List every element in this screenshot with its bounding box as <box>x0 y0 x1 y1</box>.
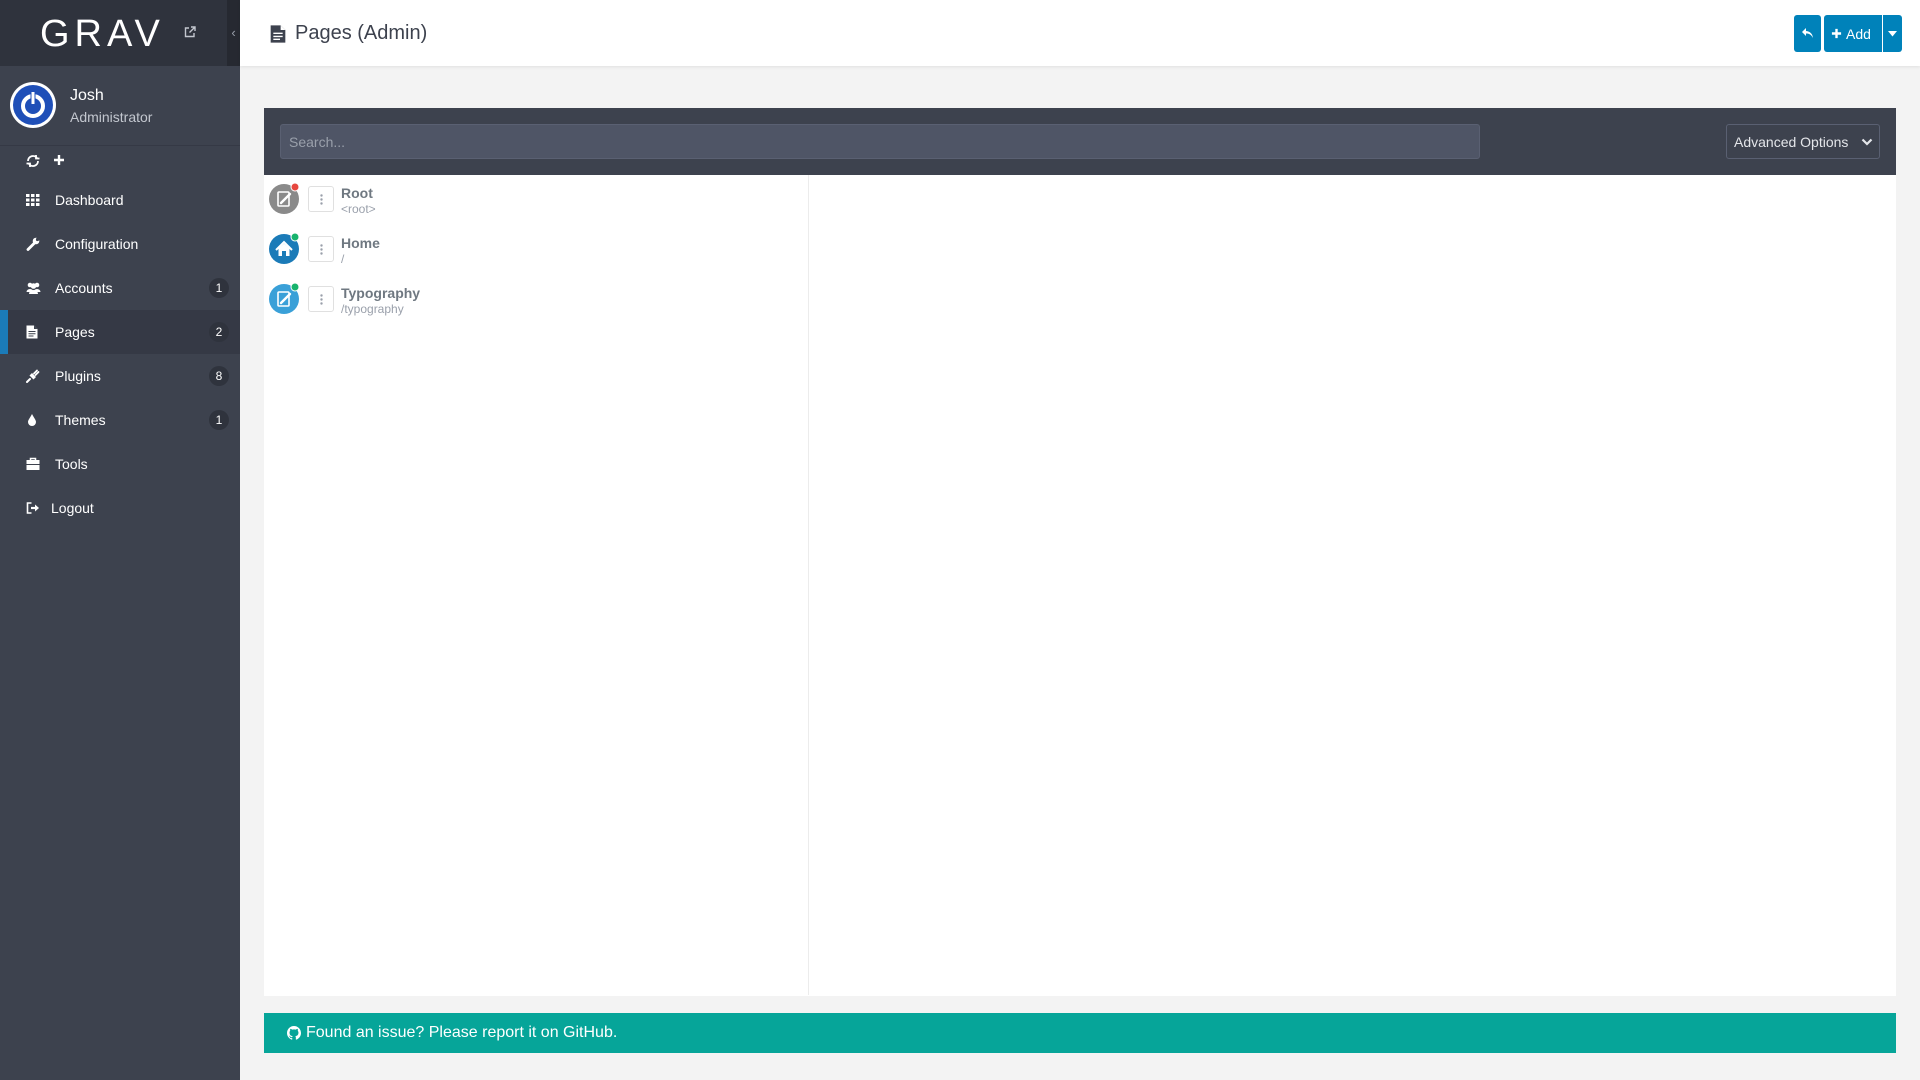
sidebar-item-label: Tools <box>55 456 88 472</box>
refresh-icon[interactable] <box>26 155 40 167</box>
file-icon <box>26 325 38 339</box>
add-page-button[interactable]: Add <box>1824 15 1882 52</box>
plug-icon <box>26 369 40 383</box>
advanced-options-label: Advanced Options <box>1734 134 1849 150</box>
grav-logo[interactable]: GRAV <box>40 14 174 50</box>
external-link-icon[interactable] <box>184 26 196 38</box>
accounts-count-badge: 1 <box>209 278 229 298</box>
sign-out-icon <box>26 502 39 514</box>
sidebar-item-label: Plugins <box>55 368 101 384</box>
page-row-root: Root <root> <box>264 175 808 223</box>
home-icon[interactable] <box>268 231 302 265</box>
tint-icon <box>28 414 36 426</box>
vertical-dots-icon <box>320 294 323 305</box>
users-icon <box>26 282 41 294</box>
toolbox-icon <box>26 457 40 470</box>
page-title-link[interactable]: Root <box>341 185 373 201</box>
sidebar-item-themes[interactable]: Themes 1 <box>0 398 240 442</box>
top-bar: Pages (Admin) Add <box>240 0 1920 66</box>
logo-bar: GRAV ‹ <box>0 0 240 66</box>
github-icon <box>287 1026 301 1040</box>
search-input[interactable] <box>280 124 1480 159</box>
pages-count-badge: 2 <box>209 322 229 342</box>
page-actions-menu[interactable] <box>308 286 334 312</box>
svg-text:GRAV: GRAV <box>40 14 165 50</box>
sidebar-item-label: Logout <box>51 500 94 516</box>
sidebar-item-tools[interactable]: Tools <box>0 442 240 486</box>
page-title: Pages (Admin) <box>295 22 428 44</box>
page-route: / <box>341 252 345 266</box>
page-route: <root> <box>341 202 376 216</box>
sidebar-item-label: Pages <box>55 324 95 340</box>
vertical-dots-icon <box>320 244 323 255</box>
sidebar-item-accounts[interactable]: Accounts 1 <box>0 266 240 310</box>
sidebar-item-pages[interactable]: Pages 2 <box>0 310 240 354</box>
page-title-link[interactable]: Home <box>341 235 380 251</box>
plus-icon <box>1831 28 1842 39</box>
advanced-options-dropdown[interactable]: Advanced Options <box>1726 124 1880 159</box>
sidebar-item-label: Themes <box>55 412 106 428</box>
page-row-typography: Typography /typography <box>264 275 808 323</box>
reply-icon <box>1802 28 1813 38</box>
page-row-home: Home / <box>264 225 808 273</box>
sidebar-nav: Dashboard Configuration Accounts 1 Pages <box>0 178 240 530</box>
file-icon <box>270 25 286 43</box>
github-issue-notice[interactable]: Found an issue? Please report it on GitH… <box>264 1013 1896 1053</box>
user-name: Josh <box>70 87 104 104</box>
avatar <box>10 82 56 128</box>
quick-actions <box>0 146 240 176</box>
sidebar-item-configuration[interactable]: Configuration <box>0 222 240 266</box>
plus-icon[interactable] <box>53 154 65 166</box>
sidebar-item-label: Accounts <box>55 280 113 296</box>
caret-down-icon <box>1888 31 1897 37</box>
page-actions-menu[interactable] <box>308 186 334 212</box>
status-dot-unpublished <box>291 183 299 191</box>
notice-text: Found an issue? Please report it on GitH… <box>306 1024 618 1041</box>
chevron-down-icon <box>1861 138 1873 146</box>
page-actions-menu[interactable] <box>308 236 334 262</box>
sidebar-item-label: Configuration <box>55 236 139 252</box>
page-edit-icon[interactable] <box>268 181 302 215</box>
wrench-icon <box>26 237 40 251</box>
page-title-link[interactable]: Typography <box>341 285 420 301</box>
sidebar-collapse-toggle[interactable]: ‹ <box>227 0 240 66</box>
page-route: /typography <box>341 302 404 316</box>
user-profile[interactable]: Josh Administrator <box>0 66 240 146</box>
pages-panel: Advanced Options Root <root> <box>264 108 1896 996</box>
sidebar-item-label: Dashboard <box>55 192 124 208</box>
user-role: Administrator <box>70 109 153 125</box>
add-dropdown-toggle[interactable] <box>1883 15 1902 52</box>
page-edit-icon[interactable] <box>268 281 302 315</box>
pages-tree: Root <root> Home / Typography /typograph… <box>264 175 809 995</box>
status-dot-published <box>291 233 299 241</box>
sidebar-item-dashboard[interactable]: Dashboard <box>0 178 240 222</box>
pages-filter-bar: Advanced Options <box>264 108 1896 175</box>
themes-count-badge: 1 <box>209 410 229 430</box>
dashboard-icon <box>26 194 40 206</box>
sidebar-item-logout[interactable]: Logout <box>0 486 240 530</box>
status-dot-published <box>291 283 299 291</box>
sidebar: GRAV ‹ Josh Administrator Dashboard Conf… <box>0 0 240 1080</box>
add-button-label: Add <box>1846 26 1871 42</box>
plugins-count-badge: 8 <box>209 366 229 386</box>
vertical-dots-icon <box>320 194 323 205</box>
sidebar-item-plugins[interactable]: Plugins 8 <box>0 354 240 398</box>
back-button[interactable] <box>1794 15 1821 52</box>
